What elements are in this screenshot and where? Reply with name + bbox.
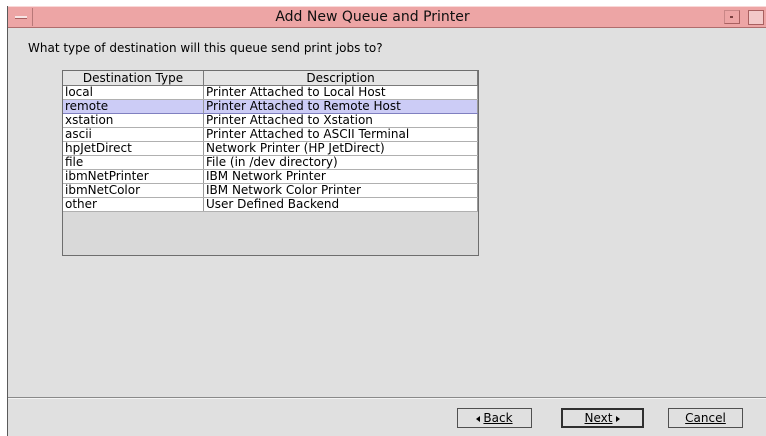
table-row[interactable]: file File (in /dev directory) [63, 155, 478, 170]
description-cell: Network Printer (HP JetDirect) [203, 141, 478, 156]
table-row[interactable]: hpJetDirect Network Printer (HP JetDirect… [63, 141, 478, 156]
destination-table-grid: Destination Type Description local Printe… [63, 71, 478, 212]
separator [8, 398, 766, 399]
table-row[interactable]: xstation Printer Attached to Xstation [63, 113, 478, 128]
table-row[interactable]: local Printer Attached to Local Host [63, 85, 478, 100]
table-body: local Printer Attached to Local Host remot… [63, 85, 478, 212]
back-button-label: Back [483, 411, 513, 425]
description-cell: Printer Attached to Local Host [203, 85, 478, 100]
minimize-icon [730, 16, 733, 18]
window-title: Add New Queue and Printer [275, 9, 470, 25]
destination-type-cell: local [63, 85, 204, 100]
destination-question: What type of destination will this queue… [28, 41, 383, 55]
destination-type-cell: file [63, 155, 204, 170]
description-cell: Printer Attached to ASCII Terminal [203, 127, 478, 142]
table-row[interactable]: ascii Printer Attached to ASCII Terminal [63, 127, 478, 142]
description-cell: Printer Attached to Remote Host [203, 99, 478, 114]
title-bar[interactable]: Add New Queue and Printer [8, 6, 766, 28]
minimize-button[interactable] [724, 10, 740, 24]
button-bar: Back Next Cancel [8, 397, 766, 436]
dialog-window: Add New Queue and Printer What type of d… [7, 6, 766, 436]
destination-type-cell: ibmNetPrinter [63, 169, 204, 184]
description-cell: IBM Network Printer [203, 169, 478, 184]
description-cell: User Defined Backend [203, 197, 478, 212]
destination-type-cell: xstation [63, 113, 204, 128]
destination-type-cell: hpJetDirect [63, 141, 204, 156]
back-button[interactable]: Back [457, 408, 532, 428]
cancel-button-label: Cancel [685, 411, 726, 425]
description-cell: Printer Attached to Xstation [203, 113, 478, 128]
column-header-description[interactable]: Description [203, 71, 478, 86]
next-button-label: Next [584, 411, 613, 425]
column-header-destination-type[interactable]: Destination Type [63, 71, 204, 86]
maximize-button[interactable] [748, 10, 764, 25]
window-menu-button[interactable] [9, 8, 33, 26]
destination-table[interactable]: Destination Type Description local Printe… [62, 70, 479, 256]
description-cell: File (in /dev directory) [203, 155, 478, 170]
table-row[interactable]: ibmNetPrinter IBM Network Printer [63, 169, 478, 184]
destination-type-cell: remote [63, 99, 204, 114]
destination-type-cell: other [63, 197, 204, 212]
table-row[interactable]: remote Printer Attached to Remote Host [63, 99, 478, 114]
cancel-button[interactable]: Cancel [668, 408, 743, 428]
description-cell: IBM Network Color Printer [203, 183, 478, 198]
window-menu-icon [15, 16, 27, 19]
triangle-right-icon [616, 415, 621, 422]
table-row[interactable]: ibmNetColor IBM Network Color Printer [63, 183, 478, 198]
triangle-left-icon [476, 415, 481, 422]
next-button[interactable]: Next [561, 408, 644, 428]
table-row[interactable]: other User Defined Backend [63, 197, 478, 212]
destination-type-cell: ibmNetColor [63, 183, 204, 198]
destination-type-cell: ascii [63, 127, 204, 142]
table-header-row: Destination Type Description [63, 71, 478, 86]
